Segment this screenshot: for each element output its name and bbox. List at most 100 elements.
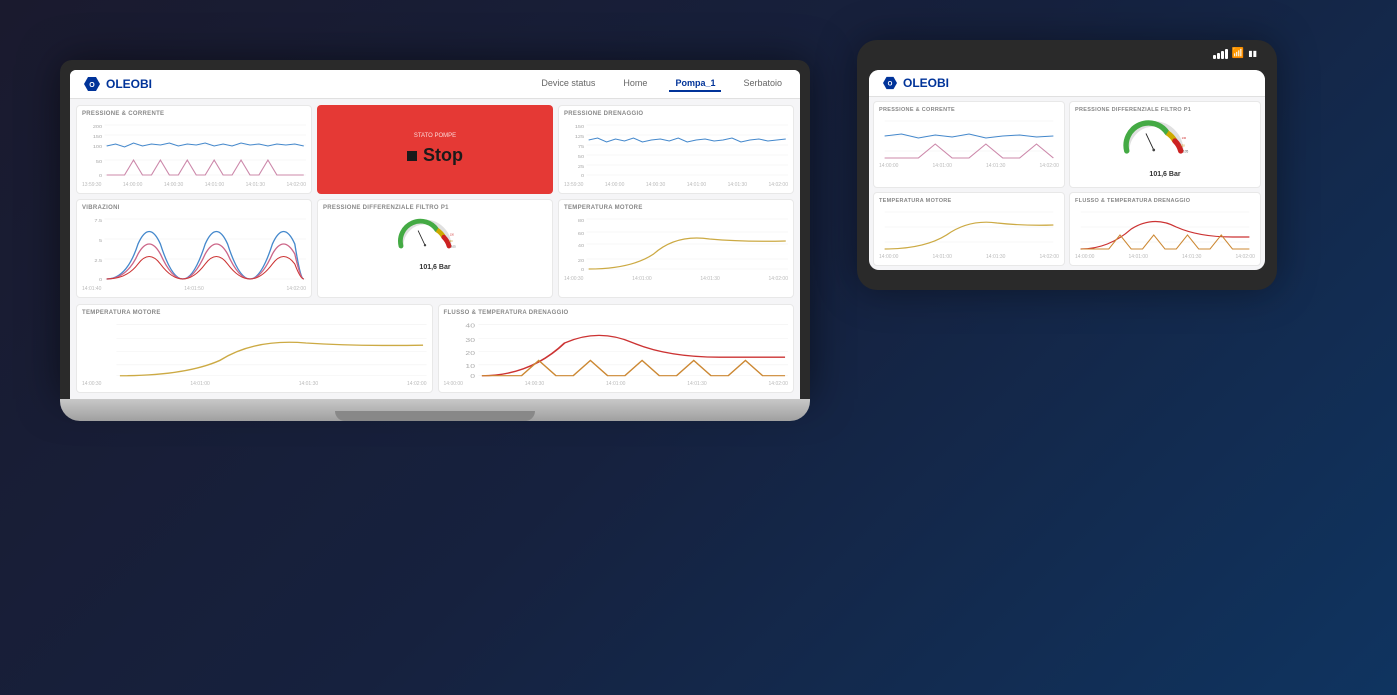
svg-text:105: 105 (1183, 150, 1188, 154)
tablet-logo-icon: O (881, 76, 899, 90)
x-label-3: 14:00:30 (164, 182, 183, 188)
svg-text:0: 0 (581, 173, 584, 179)
panel-pressione-corrente-title: PRESSIONE & CORRENTE (82, 111, 306, 117)
temp2-xaxis: 14:00:30 14:01:00 14:01:30 14:02:00 (82, 381, 427, 387)
scene: O OLEOBI Device status Home Pompa_1 Serb… (0, 0, 1397, 695)
pressione-drenaggio-svg: 150 125 75 50 25 0 (564, 120, 788, 180)
svg-text:100: 100 (93, 144, 102, 150)
tablet-body: 📶 ▮▮ O OLEOBI (857, 40, 1277, 290)
flusso-svg: 40 30 20 10 0 (444, 319, 789, 379)
tablet-panel-pressione-corrente: PRESSIONE & CORRENTE (873, 101, 1065, 188)
signal-bar-2 (1217, 53, 1220, 59)
temp-motore-chart-2 (82, 319, 427, 379)
tablet-flusso-chart (1075, 207, 1255, 252)
laptop-screen: O OLEOBI Device status Home Pompa_1 Serb… (70, 70, 800, 399)
svg-text:150: 150 (93, 134, 102, 140)
tablet-flusso-title: FLUSSO & TEMPERATURA DRENAGGIO (1075, 198, 1255, 204)
tablet-panel-temp-motore: TEMPERATURA MOTORE 14:00:00 (873, 192, 1065, 266)
svg-text:0: 0 (470, 373, 475, 379)
stato-pompe-title: STATO POMPE (414, 133, 456, 139)
tablet-temp-svg (879, 207, 1059, 252)
laptop-screen-outer: O OLEOBI Device status Home Pompa_1 Serb… (60, 60, 810, 399)
svg-text:50: 50 (96, 159, 102, 165)
svg-text:2.5: 2.5 (94, 258, 102, 264)
tablet-gauge-svg: 105 120 130 (1120, 120, 1210, 175)
svg-text:50: 50 (578, 154, 584, 160)
stop-text: Stop (423, 145, 463, 166)
tablet-pc-chart (879, 116, 1059, 161)
gauge-value: 101,6 Bar (419, 264, 450, 271)
logo-text: OLEOBI (106, 77, 152, 91)
signal-bar-4 (1225, 49, 1228, 59)
svg-text:20: 20 (578, 258, 584, 264)
flusso-chart: 40 30 20 10 0 (444, 319, 789, 379)
laptop-nav-tabs[interactable]: Device status Home Pompa_1 Serbatoio (535, 76, 788, 92)
panel-pressione-corrente: PRESSIONE & CORRENTE (76, 105, 312, 194)
svg-text:150: 150 (575, 124, 584, 130)
panel-pdiff-filtro: PRESSIONE DIFFERENZIALE FILTRO P1 (317, 199, 553, 298)
laptop-base (60, 399, 810, 421)
tablet-flusso-xaxis: 14:00:00 14:01:00 14:01:30 14:02:00 (1075, 254, 1255, 260)
tablet-header: O OLEOBI (869, 70, 1265, 97)
x-label-5: 14:01:30 (246, 182, 265, 188)
panel-pressione-drenaggio-title: PRESSIONE DRENAGGIO (564, 111, 788, 117)
svg-text:30: 30 (465, 337, 475, 344)
panel-pressione-drenaggio: PRESSIONE DRENAGGIO 150 (558, 105, 794, 194)
stop-square-icon (407, 151, 417, 161)
svg-text:105: 105 (451, 245, 456, 249)
gauge-svg: 105 120 130 (395, 218, 475, 268)
svg-text:0: 0 (99, 277, 102, 283)
panel-temp2-title: TEMPERATURA MOTORE (82, 310, 427, 316)
tablet-status-bar: 📶 ▮▮ (1213, 48, 1257, 59)
signal-bars (1213, 49, 1228, 59)
x-label-2: 14:00:00 (123, 182, 142, 188)
vibrazioni-svg: 7.5 5 2.5 0 (82, 214, 306, 284)
tablet-logo-text: OLEOBI (903, 76, 949, 90)
tablet: 📶 ▮▮ O OLEOBI (857, 40, 1277, 290)
tablet-panel-flusso: FLUSSO & TEMPERATURA DRENAGGIO (1069, 192, 1261, 266)
svg-text:O: O (888, 81, 893, 88)
panel-temp-motore: TEMPERATURA MOTORE 80 60 (558, 199, 794, 298)
tablet-dashboard: O OLEOBI PRESSIONE & CORRENTE (869, 70, 1265, 270)
svg-text:10: 10 (465, 363, 475, 370)
svg-text:130: 130 (1182, 136, 1187, 140)
tablet-grid: PRESSIONE & CORRENTE (869, 97, 1265, 270)
x-label-6: 14:02:00 (287, 182, 306, 188)
temp-motore-svg-2 (82, 319, 427, 379)
pressione-drenaggio-chart: 150 125 75 50 25 0 (564, 120, 788, 180)
laptop-dashboard: O OLEOBI Device status Home Pompa_1 Serb… (70, 70, 800, 399)
pressione-corrente-xaxis: 13:59:30 14:00:00 14:00:30 14:01:00 14:0… (82, 182, 306, 188)
panel-flusso-temp: FLUSSO & TEMPERATURA DRENAGGIO 40 30 (438, 304, 795, 393)
vibrazioni-chart: 7.5 5 2.5 0 (82, 214, 306, 284)
tablet-logo: O OLEOBI (881, 76, 949, 90)
panel-temp-motore-2: TEMPERATURA MOTORE (76, 304, 433, 393)
laptop: O OLEOBI Device status Home Pompa_1 Serb… (60, 60, 810, 421)
pressione-corrente-svg: 200 150 100 50 0 (82, 120, 306, 180)
svg-text:40: 40 (578, 243, 584, 249)
svg-text:0: 0 (99, 173, 102, 179)
tablet-temp-title: TEMPERATURA MOTORE (879, 198, 1059, 204)
stop-panel: STATO POMPE Stop (317, 105, 553, 194)
battery-indicator: ▮▮ (1248, 49, 1257, 58)
stop-content: Stop (407, 145, 463, 166)
temp-motore-chart: 80 60 40 20 0 (564, 214, 788, 274)
tab-serbatoio[interactable]: Serbatoio (737, 76, 788, 92)
panel-pdiff-title: PRESSIONE DIFFERENZIALE FILTRO P1 (323, 205, 547, 211)
tab-home[interactable]: Home (617, 76, 653, 92)
pressione-drenaggio-xaxis: 13:59:30 14:00:00 14:00:30 14:01:00 14:0… (564, 182, 788, 188)
x-label-4: 14:01:00 (205, 182, 224, 188)
tab-pompa1[interactable]: Pompa_1 (669, 76, 721, 92)
tablet-panel-pdiff: PRESSIONE DIFFERENZIALE FILTRO P1 10 (1069, 101, 1261, 188)
laptop-second-row: TEMPERATURA MOTORE (70, 304, 800, 399)
svg-text:200: 200 (93, 124, 102, 130)
svg-text:25: 25 (578, 164, 584, 170)
tablet-pdiff-title: PRESSIONE DIFFERENZIALE FILTRO P1 (1075, 107, 1255, 113)
svg-text:120: 120 (449, 240, 454, 243)
svg-text:130: 130 (450, 234, 455, 237)
laptop-panel-grid: PRESSIONE & CORRENTE (70, 99, 800, 304)
tab-device-status[interactable]: Device status (535, 76, 601, 92)
signal-bar-1 (1213, 55, 1216, 59)
tablet-flusso-svg (1075, 207, 1255, 252)
pressione-corrente-chart: 200 150 100 50 0 (82, 120, 306, 180)
temp-motore-svg: 80 60 40 20 0 (564, 214, 788, 274)
